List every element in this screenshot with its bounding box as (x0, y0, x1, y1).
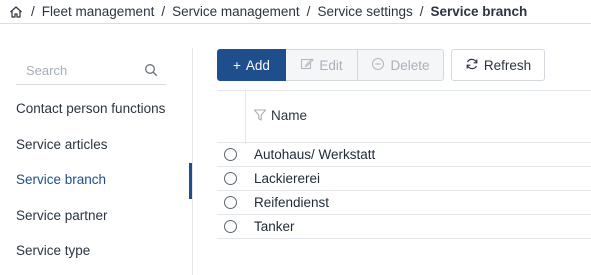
row-radio[interactable] (224, 148, 237, 161)
plus-icon: + (233, 57, 241, 73)
breadcrumb-service-management[interactable]: Service management (172, 4, 300, 19)
refresh-button-label: Refresh (483, 57, 532, 73)
minus-circle-icon (371, 57, 385, 74)
filter-icon[interactable] (253, 108, 267, 122)
row-radio[interactable] (224, 220, 237, 233)
home-icon[interactable] (8, 4, 24, 20)
edit-button[interactable]: Edit (286, 49, 358, 81)
row-name: Reifendienst (254, 195, 330, 210)
edit-icon (300, 57, 315, 74)
sidebar-item-service-articles[interactable]: Service articles (16, 135, 108, 155)
delete-button[interactable]: Delete (358, 49, 444, 81)
row-name: Lackiererei (254, 171, 321, 186)
table-row[interactable]: Tanker (217, 215, 591, 239)
delete-button-label: Delete (390, 57, 430, 73)
sidebar-search (16, 57, 166, 85)
edit-button-label: Edit (319, 57, 343, 73)
refresh-icon (465, 57, 479, 74)
breadcrumb: / Fleet management / Service management … (0, 0, 591, 24)
search-input[interactable] (16, 63, 126, 78)
table-row[interactable]: Autohaus/ Werkstatt (217, 143, 591, 167)
column-header-name[interactable]: Name (271, 108, 307, 123)
breadcrumb-separator: / (31, 4, 35, 19)
row-radio[interactable] (224, 172, 237, 185)
breadcrumb-separator: / (161, 4, 166, 19)
row-name: Autohaus/ Werkstatt (254, 147, 376, 162)
add-button[interactable]: + Add (217, 49, 286, 81)
breadcrumb-separator: / (306, 4, 311, 19)
breadcrumb-fleet-management[interactable]: Fleet management (42, 4, 155, 19)
add-button-label: Add (245, 57, 270, 73)
sidebar-divider (192, 48, 193, 275)
active-indicator (189, 163, 192, 199)
sidebar-item-service-branch[interactable]: Service branch (16, 170, 106, 190)
service-branch-grid: Name Autohaus/ Werkstatt Lackiererei Rei… (217, 90, 591, 239)
grid-header: Name (217, 90, 591, 144)
row-name: Tanker (254, 219, 295, 234)
breadcrumb-service-settings[interactable]: Service settings (317, 4, 412, 19)
table-row[interactable]: Lackiererei (217, 167, 591, 191)
row-radio[interactable] (224, 196, 237, 209)
sidebar-item-service-type[interactable]: Service type (16, 241, 90, 261)
table-row[interactable]: Reifendienst (217, 191, 591, 215)
column-divider (245, 91, 246, 144)
sidebar-item-service-partner[interactable]: Service partner (16, 206, 108, 226)
breadcrumb-current: Service branch (430, 4, 528, 19)
toolbar: + Add Edit Delete Refresh (217, 49, 545, 81)
breadcrumb-separator: / (419, 4, 424, 19)
search-icon[interactable] (144, 63, 160, 79)
sidebar-item-contact-person-functions[interactable]: Contact person functions (16, 99, 165, 119)
refresh-button[interactable]: Refresh (451, 49, 545, 81)
